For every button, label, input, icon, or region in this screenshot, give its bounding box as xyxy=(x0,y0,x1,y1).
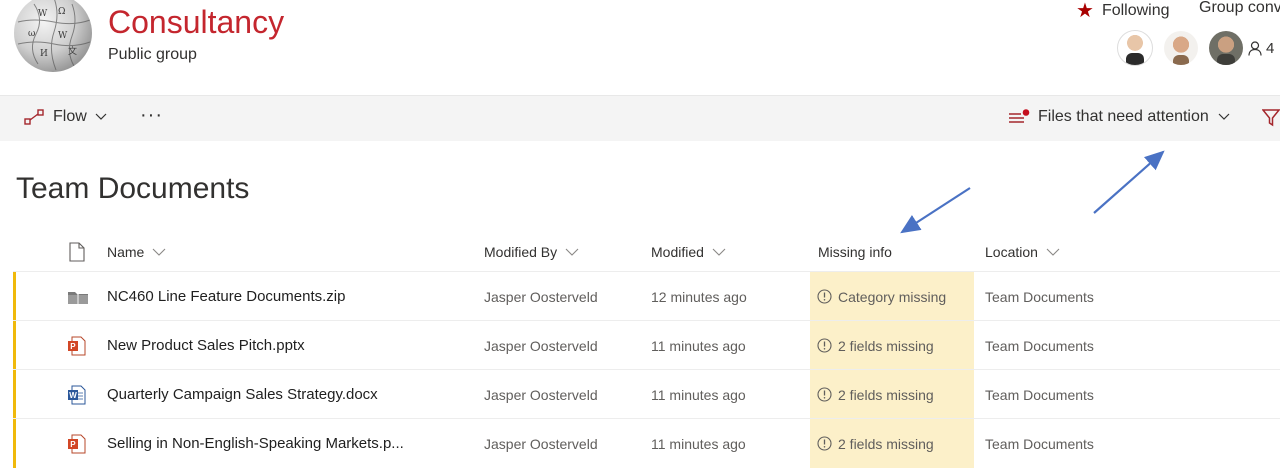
warning-circle-icon xyxy=(817,289,832,304)
missing-info-cell[interactable]: Category missing xyxy=(810,272,974,321)
follow-button[interactable]: ★ Following xyxy=(1076,0,1170,23)
chevron-down-icon xyxy=(565,248,579,256)
annotation-arrow xyxy=(900,187,971,234)
powerpoint-file-icon: P xyxy=(68,419,86,468)
flow-icon xyxy=(24,109,44,125)
chevron-down-icon xyxy=(1046,248,1060,256)
svg-text:P: P xyxy=(70,440,76,449)
column-header-name[interactable]: Name xyxy=(107,244,166,260)
chevron-down-icon xyxy=(712,248,726,256)
missing-info-label: 2 fields missing xyxy=(838,337,934,354)
file-name-link[interactable]: New Product Sales Pitch.pptx xyxy=(107,321,305,370)
missing-info-cell[interactable]: 2 fields missing xyxy=(810,370,974,419)
modified-value: 11 minutes ago xyxy=(651,337,746,354)
site-logo[interactable]: WΩ ωW И文 xyxy=(14,0,92,72)
svg-text:W: W xyxy=(38,9,48,19)
warning-circle-icon xyxy=(817,436,832,451)
group-members[interactable]: 4 xyxy=(1117,30,1274,66)
view-label: Files that need attention xyxy=(1038,108,1209,125)
column-header-label: Missing info xyxy=(818,244,892,260)
column-header-label: Modified xyxy=(651,244,704,260)
modified-value: 11 minutes ago xyxy=(651,435,746,452)
modified-by-value[interactable]: Jasper Oosterveld xyxy=(484,370,598,419)
file-name-link[interactable]: Selling in Non-English-Speaking Markets.… xyxy=(107,419,404,468)
modified-value: 12 minutes ago xyxy=(651,288,747,305)
filter-icon xyxy=(1261,109,1280,127)
location-value[interactable]: Team Documents xyxy=(985,370,1094,419)
column-header-label: Name xyxy=(107,244,145,260)
document-icon xyxy=(69,242,85,262)
chevron-down-icon xyxy=(1218,113,1230,120)
svg-text:W: W xyxy=(69,391,77,400)
svg-text:Ω: Ω xyxy=(58,7,65,17)
annotation-arrow xyxy=(1093,150,1165,214)
column-header-missing-info[interactable]: Missing info xyxy=(818,244,892,260)
flow-menu-button[interactable]: Flow xyxy=(24,108,107,126)
missing-info-label: Category missing xyxy=(838,288,947,305)
column-header-label: Modified By xyxy=(484,244,558,260)
site-title[interactable]: Consultancy xyxy=(108,4,284,41)
missing-info-cell[interactable]: 2 fields missing xyxy=(810,419,974,468)
file-name-link[interactable]: NC460 Line Feature Documents.zip xyxy=(107,272,345,321)
modified-by-value[interactable]: Jasper Oosterveld xyxy=(484,272,598,321)
table-row[interactable]: P Selling in Non-English-Speaking Market… xyxy=(13,418,1280,468)
command-bar: Flow ··· Files that need attention xyxy=(0,95,1280,141)
powerpoint-file-icon: P xyxy=(68,321,86,370)
svg-text:ω: ω xyxy=(28,29,35,39)
site-privacy-label: Public group xyxy=(108,46,197,63)
column-header-location[interactable]: Location xyxy=(985,244,1060,260)
chevron-down-icon xyxy=(95,113,107,120)
modified-value: 11 minutes ago xyxy=(651,386,746,403)
column-header-modified[interactable]: Modified xyxy=(651,244,726,260)
column-header-label: Location xyxy=(985,244,1038,260)
group-conversations-link[interactable]: Group conve xyxy=(1199,0,1280,17)
avatar[interactable] xyxy=(1209,31,1243,65)
flow-label: Flow xyxy=(53,108,87,125)
missing-info-label: 2 fields missing xyxy=(838,386,934,403)
word-file-icon: W xyxy=(68,370,86,419)
chevron-down-icon xyxy=(152,248,166,256)
person-icon xyxy=(1248,40,1262,56)
file-type-header-icon[interactable] xyxy=(68,242,86,267)
table-row[interactable]: NC460 Line Feature Documents.zip Jasper … xyxy=(13,271,1280,321)
member-count-label: 4 xyxy=(1266,39,1275,57)
missing-info-cell[interactable]: 2 fields missing xyxy=(810,321,974,370)
svg-text:文: 文 xyxy=(68,45,77,57)
avatar[interactable] xyxy=(1117,30,1153,66)
zip-file-icon xyxy=(68,272,88,321)
svg-text:W: W xyxy=(58,31,68,41)
location-value[interactable]: Team Documents xyxy=(985,272,1094,321)
location-value[interactable]: Team Documents xyxy=(985,419,1094,468)
file-name-link[interactable]: Quarterly Campaign Sales Strategy.docx xyxy=(107,370,378,419)
more-actions-button[interactable]: ··· xyxy=(140,104,163,127)
view-switcher[interactable]: Files that need attention xyxy=(1008,108,1230,126)
warning-circle-icon xyxy=(817,387,832,402)
filter-button[interactable] xyxy=(1261,109,1280,132)
star-icon: ★ xyxy=(1076,0,1094,22)
missing-info-label: 2 fields missing xyxy=(838,435,934,452)
table-row[interactable]: W Quarterly Campaign Sales Strategy.docx… xyxy=(13,369,1280,419)
location-value[interactable]: Team Documents xyxy=(985,321,1094,370)
view-options-icon xyxy=(1009,109,1030,123)
column-header-modified-by[interactable]: Modified By xyxy=(484,244,579,260)
avatar[interactable] xyxy=(1164,31,1198,65)
modified-by-value[interactable]: Jasper Oosterveld xyxy=(484,321,598,370)
svg-text:И: И xyxy=(40,49,48,59)
member-count[interactable]: 4 xyxy=(1248,40,1274,57)
modified-by-value[interactable]: Jasper Oosterveld xyxy=(484,419,598,468)
svg-text:P: P xyxy=(70,342,76,351)
follow-label: Following xyxy=(1101,1,1170,19)
page-title: Team Documents xyxy=(16,172,250,205)
table-row[interactable]: P New Product Sales Pitch.pptx Jasper Oo… xyxy=(13,320,1280,370)
warning-circle-icon xyxy=(817,338,832,353)
